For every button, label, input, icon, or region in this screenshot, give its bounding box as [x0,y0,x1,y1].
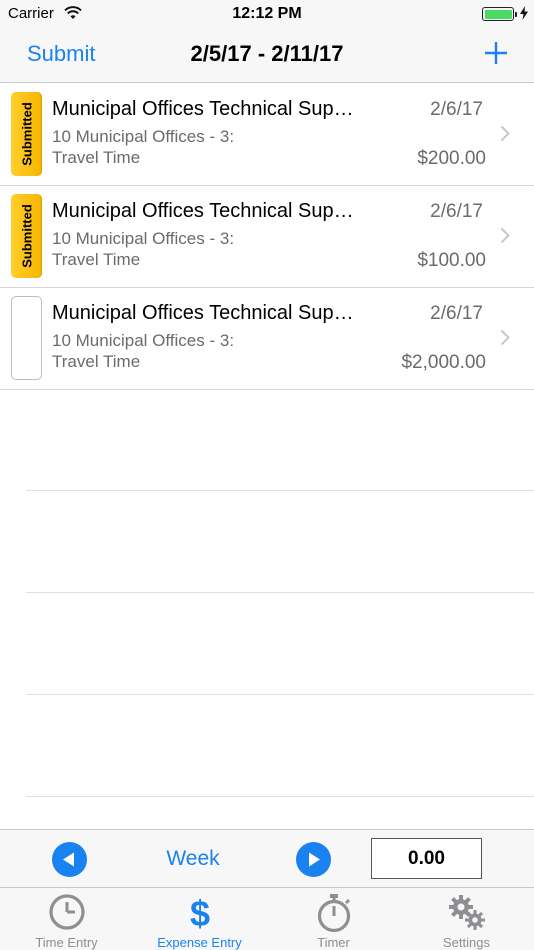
expense-amount: $2,000.00 [401,352,486,373]
week-total-field: 0.00 [371,838,482,879]
status-bar: Carrier 12:12 PM [0,0,534,28]
expense-row[interactable]: Municipal Offices Technical Sup… 10 Muni… [0,288,534,390]
expense-category: Travel Time [52,352,141,371]
expense-date: 2/6/17 [430,99,483,120]
expense-title: Municipal Offices Technical Sup… [52,200,354,222]
expense-list: Submitted Municipal Offices Technical Su… [0,84,534,390]
clock-icon [48,894,85,930]
status-badge-empty [11,296,42,380]
tab-bar: Time Entry $ Expense Entry Timer Setting… [0,887,534,950]
next-week-button[interactable] [296,842,331,877]
play-left-icon [63,852,74,867]
expense-category: Travel Time [52,250,141,269]
expense-subtitle: 10 Municipal Offices - 3: [52,331,235,350]
stopwatch-icon [317,894,350,933]
status-badge-label: Submitted [19,204,34,268]
expense-title: Municipal Offices Technical Sup… [52,302,354,324]
charging-bolt-icon [520,6,528,20]
expense-row[interactable]: Submitted Municipal Offices Technical Su… [0,84,534,186]
expense-title: Municipal Offices Technical Sup… [52,98,354,120]
empty-row-separator [26,694,534,695]
empty-row-separator [26,592,534,593]
expense-row[interactable]: Submitted Municipal Offices Technical Su… [0,186,534,288]
status-badge: Submitted [11,194,42,278]
chevron-right-icon [500,227,510,244]
status-badge: Submitted [11,92,42,176]
week-label[interactable]: Week [143,847,243,871]
tab-timer[interactable]: Timer [267,888,400,950]
play-right-icon [309,852,320,867]
tab-expense-entry[interactable]: $ Expense Entry [133,888,266,950]
expense-category: Travel Time [52,148,141,167]
previous-week-button[interactable] [52,842,87,877]
tab-label: Time Entry [35,935,98,950]
status-time: 12:12 PM [232,5,302,22]
empty-row-separator [26,796,534,797]
expense-date: 2/6/17 [430,201,483,222]
expense-subtitle: 10 Municipal Offices - 3: [52,229,235,248]
week-navigation-bar: Week 0.00 [0,829,534,887]
dollar-icon: $ [189,893,209,933]
tab-settings[interactable]: Settings [400,888,533,950]
empty-row-separator [26,490,534,491]
battery-icon [482,7,517,21]
navigation-bar: Submit 2/5/17 - 2/11/17 [0,28,534,83]
tab-label: Timer [317,935,350,950]
tab-time-entry[interactable]: Time Entry [0,888,133,950]
svg-text:$: $ [189,893,209,933]
chevron-right-icon [500,329,510,346]
expense-subtitle: 10 Municipal Offices - 3: [52,127,235,146]
gears-icon [448,895,485,930]
expense-amount: $100.00 [417,250,486,271]
tab-label: Expense Entry [157,935,242,950]
status-badge-label: Submitted [19,102,34,166]
add-expense-button[interactable] [482,39,510,67]
expense-amount: $200.00 [417,148,486,169]
chevron-right-icon [500,125,510,142]
submit-button[interactable]: Submit [27,41,95,67]
plus-icon [485,42,507,64]
expense-date: 2/6/17 [430,303,483,324]
tab-label: Settings [443,935,490,950]
